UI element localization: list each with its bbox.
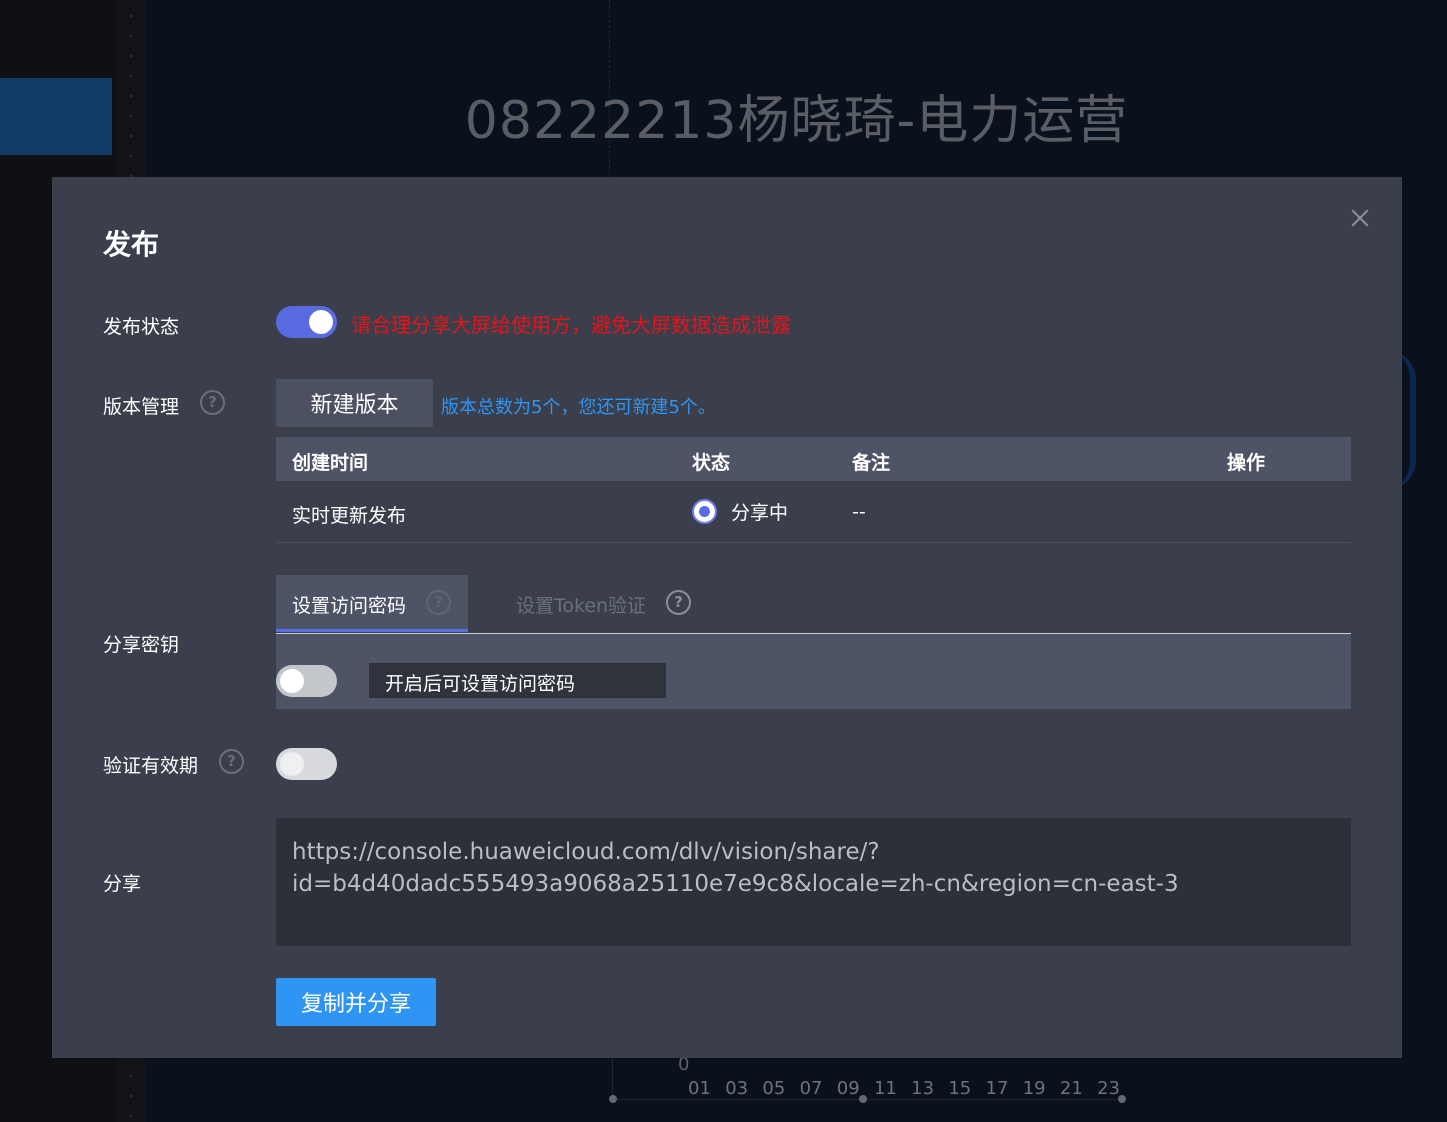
share-url-box[interactable]: https://console.huaweicloud.com/dlv/visi… [276, 818, 1351, 946]
version-management-label: 版本管理 [103, 396, 180, 418]
column-header-action: 操作 [1227, 452, 1266, 474]
x-tick-label: 05 [762, 1078, 786, 1099]
cell-status: 分享中 [731, 502, 789, 524]
help-icon[interactable]: ? [666, 590, 691, 615]
publish-status-label: 发布状态 [103, 316, 180, 338]
x-tick-label: 17 [985, 1078, 1009, 1099]
column-header-status: 状态 [692, 452, 731, 474]
table-row: 实时更新发布 分享中 -- [276, 481, 1351, 543]
close-icon[interactable] [1349, 207, 1371, 229]
toggle-knob [280, 669, 304, 693]
cell-created: 实时更新发布 [292, 505, 407, 527]
tab-label: 设置Token验证 [516, 595, 647, 617]
x-tick-label: 21 [1059, 1078, 1083, 1099]
x-tick-label: 19 [1022, 1078, 1046, 1099]
resize-handle[interactable] [609, 1095, 617, 1103]
toggle-knob [309, 310, 333, 334]
x-tick-label: 13 [911, 1078, 935, 1099]
new-version-button[interactable]: 新建版本 [276, 379, 433, 427]
tab-access-password[interactable]: 设置访问密码 ? [276, 575, 468, 632]
column-header-created: 创建时间 [292, 452, 369, 474]
x-tick-label: 03 [725, 1078, 749, 1099]
table-header: 创建时间 状态 备注 操作 [276, 437, 1351, 481]
tab-token-verification[interactable]: 设置Token验证 ? [500, 575, 730, 632]
resize-handle[interactable] [859, 1095, 867, 1103]
share-url-line: https://console.huaweicloud.com/dlv/visi… [292, 839, 880, 865]
screen-title: 08222213杨晓琦-电力运营 [464, 91, 1129, 151]
resize-handle[interactable] [1118, 1095, 1126, 1103]
x-tick-label: 23 [1097, 1078, 1120, 1099]
access-password-input[interactable]: 开启后可设置访问密码 [369, 663, 666, 698]
dialog-title: 发布 [103, 228, 160, 261]
access-password-toggle[interactable] [276, 665, 337, 697]
publish-dialog: 发布 发布状态 请合理分享大屏给使用方，避免大屏数据造成泄露 版本管理 ? 新建… [52, 177, 1402, 1058]
copy-and-share-button[interactable]: 复制并分享 [276, 978, 436, 1026]
password-panel: 开启后可设置访问密码 [276, 634, 1351, 709]
publish-status-toggle[interactable] [276, 306, 337, 338]
bg-chart-x-ticks: 01 03 05 07 09 11 13 15 17 19 21 23 [688, 1078, 1120, 1099]
share-label: 分享 [103, 873, 142, 895]
x-tick-label: 07 [799, 1078, 823, 1099]
x-tick-label: 09 [836, 1078, 860, 1099]
x-tick-label: 15 [948, 1078, 972, 1099]
help-icon[interactable]: ? [426, 590, 451, 615]
validity-toggle[interactable] [276, 748, 337, 780]
x-tick-label: 11 [873, 1078, 897, 1099]
validity-label: 验证有效期 [103, 755, 199, 777]
column-header-remark: 备注 [852, 452, 891, 474]
version-table: 创建时间 状态 备注 操作 实时更新发布 分享中 -- [276, 437, 1351, 543]
toggle-knob [280, 752, 304, 776]
share-url-line: id=b4d40dadc555493a9068a25110e7e9c8&loca… [292, 871, 1179, 897]
x-tick-label: 01 [688, 1078, 711, 1099]
sharing-status-radio[interactable] [692, 499, 717, 524]
share-key-label: 分享密钥 [103, 634, 180, 656]
version-count-info: 版本总数为5个，您还可新建5个。 [441, 397, 716, 418]
publish-warning-text: 请合理分享大屏给使用方，避免大屏数据造成泄露 [351, 313, 791, 337]
cell-remark: -- [852, 501, 866, 523]
help-icon[interactable]: ? [219, 749, 244, 774]
tab-label: 设置访问密码 [292, 595, 407, 617]
help-icon[interactable]: ? [200, 390, 225, 415]
